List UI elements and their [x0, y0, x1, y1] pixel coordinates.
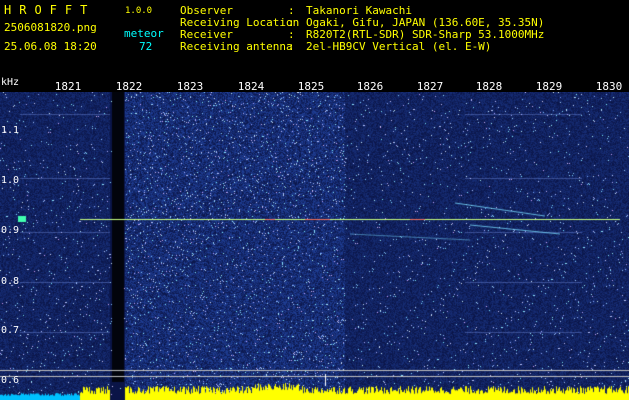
time-tick-1821: 1821 — [54, 80, 82, 93]
freq-tick-0-8: 0.8 — [1, 276, 20, 287]
time-tick-1824: 1824 — [237, 80, 265, 93]
time-tick-1829: 1829 — [535, 80, 563, 93]
image-datetime: 25.06.08 18:20 — [4, 40, 97, 53]
freq-tick-0-7: 0.7 — [1, 325, 20, 336]
antenna-colon: : — [288, 40, 295, 53]
waterfall-spectrogram — [0, 92, 629, 400]
time-tick-1827: 1827 — [416, 80, 444, 93]
time-tick-1822: 1822 — [115, 80, 143, 93]
header-panel: HROFFT 1.0.0 2506081820.png 25.06.08 18:… — [0, 0, 629, 76]
meteor-count: 72 — [139, 40, 153, 53]
time-tick-1830: 1830 — [595, 80, 623, 93]
freq-tick-1-0: 1.0 — [1, 175, 20, 186]
app-version: 1.0.0 — [125, 6, 153, 16]
time-tick-1826: 1826 — [356, 80, 384, 93]
freq-tick-0-9: 0.9 — [1, 225, 20, 236]
antenna-value: 2el-HB9CV Vertical (el. E-W) — [306, 40, 492, 53]
freq-tick-0-6: 0.6 — [1, 375, 20, 386]
time-tick-1828: 1828 — [475, 80, 503, 93]
time-tick-1823: 1823 — [176, 80, 204, 93]
meteor-label: meteor — [124, 27, 164, 40]
app-brand: HROFFT — [4, 3, 96, 17]
frequency-unit-label: kHz — [1, 77, 20, 88]
freq-tick-1-1: 1.1 — [1, 125, 20, 136]
time-tick-1825: 1825 — [297, 80, 325, 93]
image-filename: 2506081820.png — [4, 21, 97, 34]
antenna-key: Receiving antenna — [180, 40, 293, 53]
